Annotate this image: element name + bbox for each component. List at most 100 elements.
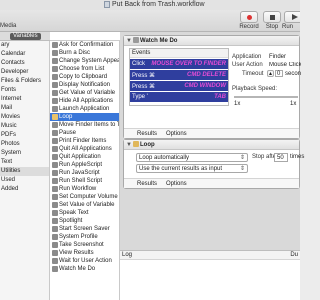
library-category[interactable]: System <box>0 149 49 158</box>
document-icon <box>104 1 110 8</box>
options-tab[interactable]: Options <box>166 131 187 137</box>
watch-me-do-action[interactable]: ▼ Watch Me Do Events Click MOUSE OVER TO… <box>123 35 301 139</box>
action-item[interactable]: Set Value of Variable <box>50 201 119 209</box>
library-category[interactable]: Photos <box>0 140 49 149</box>
action-item[interactable]: Ask for Confirmation <box>50 41 119 49</box>
options-tab[interactable]: Options <box>166 181 187 187</box>
action-label: Pause <box>59 130 77 136</box>
application-value: Finder <box>269 54 287 60</box>
results-tab[interactable]: Results <box>137 131 157 137</box>
action-item[interactable]: Spotlight <box>50 217 119 225</box>
library-category[interactable]: Calendar <box>0 50 49 59</box>
loop-header: ▼ Loop <box>124 140 299 150</box>
action-item[interactable]: Print Finder Items <box>50 137 119 145</box>
library-category[interactable]: Contacts <box>0 59 49 68</box>
library-category[interactable]: ary <box>0 41 49 50</box>
action-label: Choose from List <box>59 66 105 72</box>
tab-variables[interactable]: Variables <box>10 33 41 40</box>
action-item[interactable]: Change System Appearance <box>50 57 119 65</box>
playback-speed-slider[interactable] <box>234 96 298 98</box>
library-category[interactable]: Internet <box>0 95 49 104</box>
media-button[interactable]: Media <box>0 23 16 29</box>
library-category[interactable]: Fonts <box>0 86 49 95</box>
user-action-label: User Action <box>232 62 263 68</box>
action-item[interactable]: System Profile <box>50 233 119 241</box>
loop-mode-select[interactable]: Loop automatically ⇕ <box>136 153 248 162</box>
action-item[interactable]: Run Shell Script <box>50 177 119 185</box>
action-item[interactable]: Wait for User Action <box>50 257 119 265</box>
action-item[interactable]: Loop <box>50 113 119 121</box>
action-item[interactable]: Quit Application <box>50 153 119 161</box>
watch-me-do-icon <box>133 37 139 43</box>
watch-me-do-footer: Results Options <box>124 128 299 138</box>
action-item[interactable]: Burn a Disc <box>50 49 119 57</box>
window-title: Put Back from Trash.workflow <box>112 1 205 8</box>
events-table: Events Click MOUSE OVER TO FINDER Press … <box>129 48 229 106</box>
action-icon <box>52 218 58 224</box>
stop-after-field[interactable]: 50 <box>274 153 288 162</box>
event-row[interactable]: Type ' TAB <box>130 92 228 102</box>
action-icon <box>52 194 58 200</box>
event-row[interactable]: Click MOUSE OVER TO FINDER <box>130 59 228 69</box>
event-label: Press ⌘ <box>132 84 156 90</box>
action-label: Quit Application <box>59 154 101 160</box>
action-item[interactable]: View Results <box>50 249 119 257</box>
action-item[interactable]: Run Workflow <box>50 185 119 193</box>
action-item[interactable]: Take Screenshot <box>50 241 119 249</box>
action-item[interactable]: Quit All Applications <box>50 145 119 153</box>
action-icon <box>52 266 58 272</box>
action-icon <box>52 242 58 248</box>
action-label: Watch Me Do <box>59 266 96 272</box>
search-field[interactable] <box>50 32 120 41</box>
event-label: Click <box>132 61 145 67</box>
events-header: Events <box>130 49 228 58</box>
library-category[interactable]: Added <box>0 185 49 194</box>
action-item[interactable]: Move Finder Items to Trash <box>50 121 119 129</box>
library-category[interactable]: Movies <box>0 113 49 122</box>
loop-action[interactable]: ▼ Loop Loop automatically ⇕ Stop after 5… <box>123 139 304 189</box>
action-item[interactable]: Run JavaScript <box>50 169 119 177</box>
stop-button[interactable] <box>263 11 281 23</box>
action-item[interactable]: Copy to Clipboard <box>50 73 119 81</box>
action-label: Quit All Applications <box>59 146 112 152</box>
action-item[interactable]: Launch Application <box>50 105 119 113</box>
loop-input-select[interactable]: Use the current results as input ⇕ <box>136 164 248 173</box>
speed-max-label: 1x <box>290 101 297 107</box>
run-button[interactable] <box>284 11 300 23</box>
action-item[interactable]: Set Computer Volume <box>50 193 119 201</box>
library-list: ary Calendar Contacts Developer Files & Fold… <box>0 41 50 300</box>
results-tab[interactable]: Results <box>137 181 157 187</box>
library-category[interactable]: Developer <box>0 68 49 77</box>
record-button[interactable] <box>240 11 258 23</box>
library-category[interactable]: Utilities <box>0 167 49 176</box>
action-item[interactable]: Speak Text <box>50 209 119 217</box>
library-category[interactable]: Files & Folders <box>0 77 49 86</box>
action-icon <box>52 106 58 112</box>
event-row[interactable]: Press ⌘ CMD WINDOW <box>130 81 228 91</box>
action-icon <box>52 178 58 184</box>
action-label: Take Screenshot <box>59 242 104 248</box>
action-item[interactable]: Run AppleScript <box>50 161 119 169</box>
action-item[interactable]: Display Notification <box>50 81 119 89</box>
run-icon <box>292 14 298 20</box>
library-category[interactable]: Music <box>0 122 49 131</box>
action-label: View Results <box>59 250 94 256</box>
action-item[interactable]: Hide All Applications <box>50 97 119 105</box>
workflow-area: ▼ Watch Me Do Events Click MOUSE OVER TO… <box>120 32 304 250</box>
log-header: Log Du <box>120 251 300 260</box>
toolbar: Media Record Stop Run <box>0 10 300 32</box>
action-item[interactable]: Start Screen Saver <box>50 225 119 233</box>
action-item[interactable]: Get Value of Variable <box>50 89 119 97</box>
action-item[interactable]: Pause <box>50 129 119 137</box>
action-item[interactable]: Watch Me Do <box>50 265 119 273</box>
library-category[interactable]: Mail <box>0 104 49 113</box>
event-row[interactable]: Press ⌘ CMD DELETE <box>130 70 228 80</box>
disclosure-triangle-icon[interactable]: ▼ <box>126 142 132 148</box>
library-category[interactable]: PDFs <box>0 131 49 140</box>
timeout-stepper[interactable]: ▴ <box>267 70 274 77</box>
library-category[interactable]: Used <box>0 176 49 185</box>
disclosure-triangle-icon[interactable]: ▼ <box>126 38 132 44</box>
action-item[interactable]: Choose from List <box>50 65 119 73</box>
timeout-field[interactable]: 0 <box>275 70 283 77</box>
library-category[interactable]: Text <box>0 158 49 167</box>
